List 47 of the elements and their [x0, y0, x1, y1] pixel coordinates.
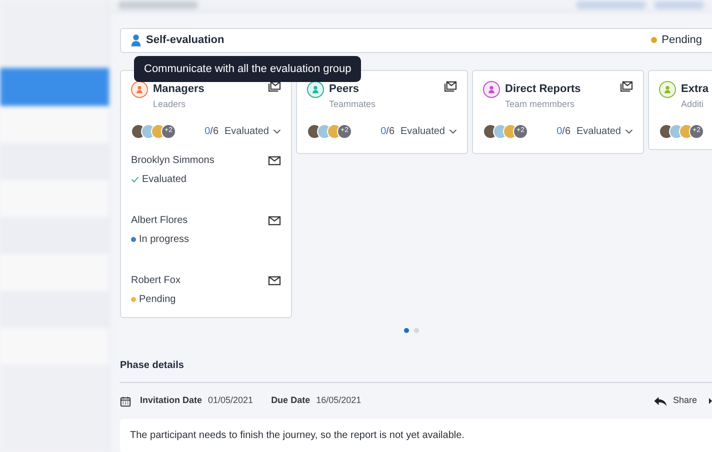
report-message: The participant needs to finish the journey, so the report is not yet available.	[130, 429, 464, 443]
stacked-envelopes-icon[interactable]	[620, 80, 633, 92]
chevron-down-icon	[449, 129, 457, 134]
section-title: Phase details	[120, 358, 184, 383]
group-subtitle: Teammates	[329, 98, 377, 110]
tooltip: Communicate with all the evaluation group	[134, 56, 362, 82]
calendar-icon	[120, 396, 131, 406]
group-name: Managers	[153, 82, 206, 96]
date-value: 16/05/2021	[316, 394, 362, 408]
reply-arrow-icon	[654, 396, 667, 406]
stacked-envelopes-icon[interactable]	[444, 80, 457, 92]
group-avatar-icon	[659, 80, 676, 98]
triangle-icon[interactable]	[709, 398, 712, 404]
checkmark-icon	[131, 176, 139, 183]
group-name: Peers	[329, 82, 360, 96]
group-avatar-icon	[483, 80, 500, 98]
envelope-icon[interactable]	[268, 155, 281, 166]
evaluated-count: 0/6	[204, 125, 219, 139]
status-label: Pending	[662, 32, 702, 48]
self-evaluation-bar[interactable]: Self-evaluation Pending	[120, 28, 712, 52]
date-label: Due Date	[271, 394, 310, 408]
envelope-icon[interactable]	[268, 215, 281, 226]
group-name: Direct Reports	[505, 82, 582, 96]
filter-dropdown[interactable]: Evaluated	[224, 124, 281, 139]
member-name: Brooklyn Simmons	[131, 154, 216, 168]
chevron-down-icon	[273, 129, 281, 134]
group-subtitle: Leaders	[153, 98, 187, 110]
filter-dropdown[interactable]: Evaluated	[400, 124, 457, 139]
stacked-envelopes-icon[interactable]	[268, 80, 281, 92]
self-evaluation-label: Self-evaluation	[146, 32, 224, 48]
member-status: Evaluated	[142, 173, 186, 187]
evaluated-count: 0/6	[380, 125, 395, 139]
chevron-down-icon	[625, 129, 633, 134]
date-label: Invitation Date	[140, 394, 202, 408]
group-subtitle: Additi	[681, 98, 705, 110]
member-status: In progress	[139, 233, 190, 247]
group-name: Extra	[681, 82, 710, 96]
evaluated-count: 0/6	[556, 125, 571, 139]
member-name: Albert Flores	[131, 214, 189, 228]
date-value: 01/05/2021	[208, 394, 254, 408]
filter-dropdown[interactable]: Evaluated	[576, 124, 633, 139]
member-status: Pending	[139, 293, 176, 307]
envelope-icon[interactable]	[268, 275, 281, 286]
member-name: Robert Fox	[131, 274, 182, 288]
group-subtitle: Team memmbers	[505, 98, 576, 110]
share-button[interactable]: Share	[654, 394, 697, 408]
person-icon	[131, 34, 141, 46]
